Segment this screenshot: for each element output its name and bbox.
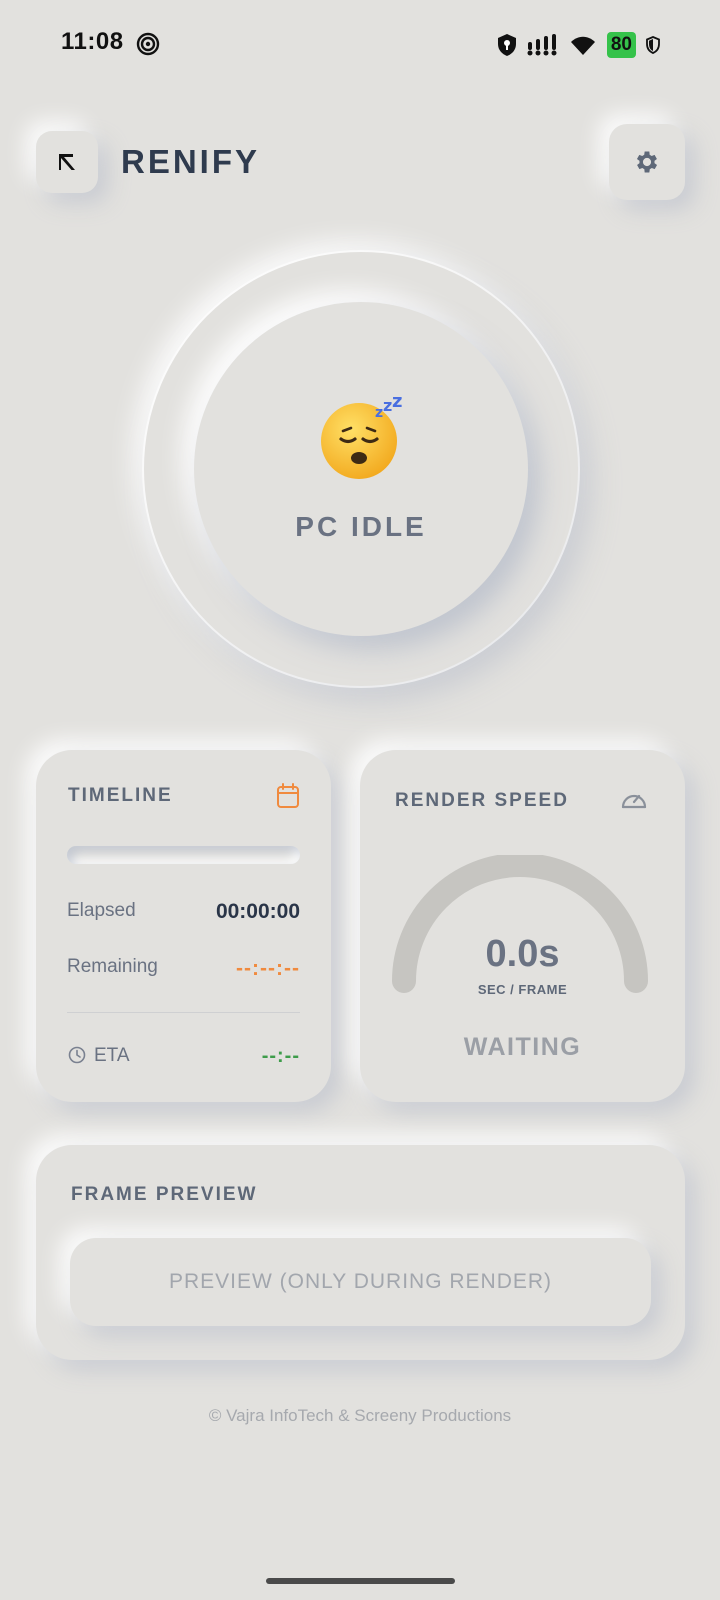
eta-label: ETA: [94, 1045, 130, 1066]
remaining-value: --:--:--: [236, 957, 300, 980]
timeline-title: TIMELINE: [68, 785, 173, 806]
speed-gauge: [392, 855, 648, 993]
footer-credit: © Vajra InfoTech & Screeny Productions: [208, 1406, 512, 1425]
render-speed-title: RENDER SPEED: [395, 790, 569, 811]
render-speed-unit: SEC / FRAME: [477, 982, 568, 997]
preview-button[interactable]: PREVIEW (ONLY DURING RENDER): [70, 1238, 651, 1326]
gear-icon: [636, 151, 658, 173]
renify-logo-icon: [59, 154, 75, 170]
timeline-divider: [67, 1012, 300, 1013]
timeline-progress-bar: [67, 846, 300, 864]
sleeping-face-icon: z z z: [321, 395, 402, 479]
calendar-icon: [277, 783, 299, 808]
frame-preview-title: FRAME PREVIEW: [71, 1184, 258, 1205]
svg-text:z: z: [375, 405, 383, 421]
eta-value: --:--: [261, 1045, 300, 1067]
spiral-icon: [136, 32, 160, 56]
shield-icon: [497, 34, 516, 56]
app-title: RENIFY: [121, 143, 261, 180]
render-speed-value: 0.0s: [485, 933, 560, 975]
wifi-icon: [570, 36, 595, 55]
signal-icon: [527, 34, 557, 56]
render-state: WAITING: [463, 1033, 582, 1061]
battery-indicator: 80: [606, 32, 636, 58]
home-indicator[interactable]: [266, 1578, 455, 1584]
vpn-shield-icon: [646, 36, 660, 54]
elapsed-value: 00:00:00: [215, 900, 300, 923]
status-label: PC IDLE: [295, 511, 427, 542]
elapsed-label: Elapsed: [67, 900, 136, 921]
logo-button[interactable]: [36, 131, 98, 193]
settings-button[interactable]: [609, 124, 685, 200]
speedometer-icon: [621, 794, 647, 809]
remaining-label: Remaining: [67, 956, 158, 977]
svg-text:z: z: [383, 396, 392, 415]
status-circle[interactable]: z z z PC IDLE: [194, 302, 528, 636]
clock-icon: [68, 1046, 86, 1064]
status-time: 11:08: [61, 28, 124, 55]
svg-text:z: z: [392, 395, 402, 412]
status-icons: 80: [497, 28, 660, 62]
